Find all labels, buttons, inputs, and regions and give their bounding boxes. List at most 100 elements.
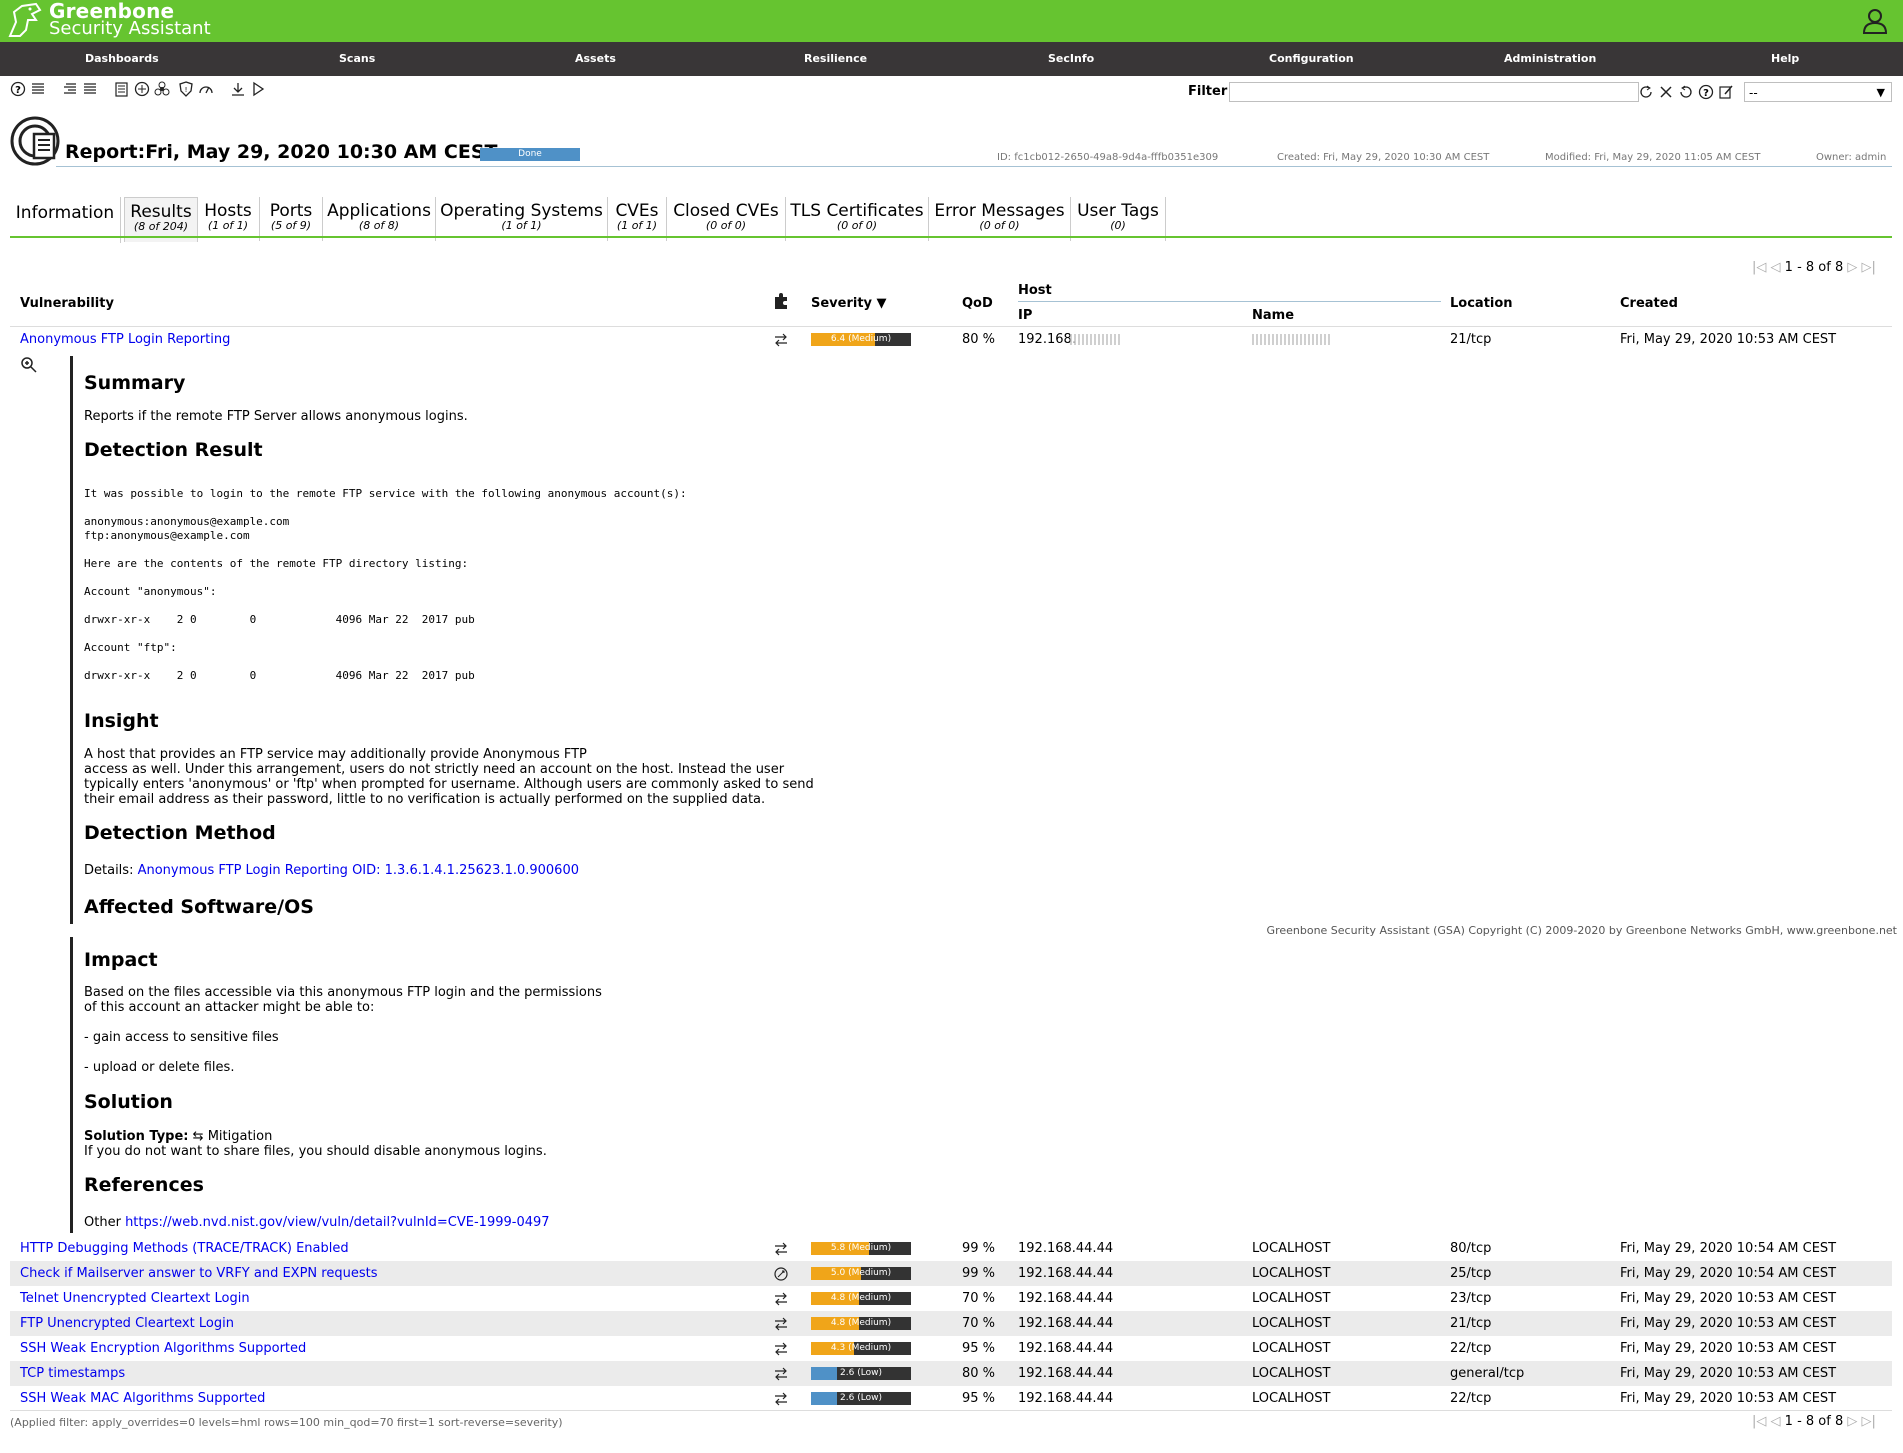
next-page-icon[interactable]: ▷ — [1847, 1414, 1857, 1429]
col-created[interactable]: Created — [1620, 296, 1678, 311]
tab-tls-certificates[interactable]: TLS Certificates (0 of 0) — [786, 197, 929, 241]
filter-select-value: -- — [1749, 86, 1758, 100]
tab-cves[interactable]: CVEs (1 of 1) — [608, 197, 667, 241]
performance-icon[interactable] — [198, 81, 214, 97]
reference-link[interactable]: https://web.nvd.nist.gov/view/vuln/detai… — [125, 1215, 549, 1230]
qod-value: 80 % — [962, 1366, 996, 1381]
clear-filter-icon[interactable] — [1658, 84, 1674, 100]
mitigation-icon — [775, 1342, 787, 1356]
biohazard-icon[interactable] — [154, 81, 170, 97]
tab-applications[interactable]: Applications (8 of 8) — [323, 197, 436, 241]
last-page-icon[interactable]: ▷| — [1862, 1414, 1876, 1429]
vulnerability-link[interactable]: Check if Mailserver answer to VRFY and E… — [20, 1266, 377, 1281]
download-icon[interactable] — [230, 81, 246, 97]
vulnerability-link[interactable]: SSH Weak Encryption Algorithms Supported — [20, 1341, 306, 1356]
hostname-value: LOCALHOST — [1252, 1341, 1331, 1356]
prev-page-icon[interactable]: ◁ — [1771, 260, 1781, 275]
status-badge: Done — [480, 148, 580, 161]
nav-secinfo[interactable]: SecInfo — [1048, 42, 1094, 76]
prev-page-icon[interactable]: ◁ — [1771, 1414, 1781, 1429]
filter-select[interactable]: -- ▼ — [1744, 82, 1892, 102]
severity-text: 6.4 (Medium) — [830, 334, 892, 344]
vulnerability-link[interactable]: TCP timestamps — [20, 1366, 125, 1381]
tab-hosts[interactable]: Hosts (1 of 1) — [197, 197, 260, 241]
created-value: Fri, May 29, 2020 10:54 AM CEST — [1620, 1266, 1837, 1281]
nav-assets[interactable]: Assets — [575, 42, 616, 76]
refresh-icon[interactable] — [1638, 84, 1654, 100]
first-page-icon[interactable]: |◁ — [1752, 260, 1766, 275]
nav-configuration[interactable]: Configuration — [1269, 42, 1354, 76]
pager-text: 1 - 8 of 8 — [1784, 260, 1844, 275]
delta-report-icon[interactable] — [134, 81, 150, 97]
col-ip[interactable]: IP — [1018, 308, 1032, 323]
reset-filter-icon[interactable] — [1678, 84, 1694, 100]
mitigation-icon — [775, 1367, 787, 1381]
tab-operating-systems[interactable]: Operating Systems (1 of 1) — [436, 197, 608, 241]
tab-ports[interactable]: Ports (5 of 9) — [260, 197, 323, 241]
created-value: Fri, May 29, 2020 10:53 AM CEST — [1620, 1366, 1837, 1381]
zoom-icon[interactable] — [20, 356, 38, 374]
list-indent-icon[interactable] — [62, 81, 78, 97]
filter-help-icon[interactable]: ? — [1698, 84, 1714, 100]
references-text: Other https://web.nvd.nist.gov/view/vuln… — [84, 1215, 550, 1230]
vulnerability-link[interactable]: Anonymous FTP Login Reporting — [20, 332, 230, 347]
col-vulnerability[interactable]: Vulnerability — [20, 296, 114, 311]
vulnerability-link[interactable]: Telnet Unencrypted Cleartext Login — [20, 1291, 250, 1306]
severity-bar: 6.4 (Medium) — [811, 333, 911, 346]
col-qod[interactable]: QoD — [962, 296, 993, 311]
edit-filter-icon[interactable] — [1718, 84, 1734, 100]
help-icon[interactable]: ? — [10, 81, 26, 97]
user-icon[interactable] — [1862, 8, 1888, 34]
trigger-alert-icon[interactable] — [250, 81, 266, 97]
chevron-down-icon: ▼ — [1876, 86, 1885, 99]
next-page-icon[interactable]: ▷ — [1847, 260, 1857, 275]
tab-error-messages[interactable]: Error Messages (0 of 0) — [929, 197, 1071, 241]
tab-closed-cves[interactable]: Closed CVEs (0 of 0) — [667, 197, 786, 241]
ip-value: 192.168.44.44 — [1018, 1341, 1114, 1356]
list-icon[interactable] — [30, 81, 46, 97]
nav-scans[interactable]: Scans — [339, 42, 375, 76]
list-details-icon[interactable] — [82, 81, 98, 97]
qod-value: 95 % — [962, 1391, 996, 1406]
filter-input[interactable] — [1229, 82, 1639, 102]
col-location[interactable]: Location — [1450, 296, 1513, 311]
severity-text: 4.3 (Medium) — [830, 1343, 892, 1353]
col-name[interactable]: Name — [1252, 308, 1294, 323]
qod-value: 95 % — [962, 1341, 996, 1356]
vulnerability-link[interactable]: FTP Unencrypted Cleartext Login — [20, 1316, 234, 1331]
nav-help[interactable]: Help — [1771, 42, 1799, 76]
hostname-value: LOCALHOST — [1252, 1391, 1331, 1406]
table-row[interactable]: Check if Mailserver answer to VRFY and E… — [10, 1261, 1892, 1286]
vulnerability-link[interactable]: SSH Weak MAC Algorithms Supported — [20, 1391, 265, 1406]
nav-dashboards[interactable]: Dashboards — [85, 42, 159, 76]
nav-administration[interactable]: Administration — [1504, 42, 1596, 76]
table-row[interactable]: HTTP Debugging Methods (TRACE/TRACK) Ena… — [10, 1236, 1892, 1261]
mitigation-icon — [775, 1242, 787, 1256]
insight-text: A host that provides an FTP service may … — [84, 747, 814, 807]
table-row[interactable]: SSH Weak Encryption Algorithms Supported… — [10, 1336, 1892, 1361]
created-value: Fri, May 29, 2020 10:53 AM CEST — [1620, 1291, 1837, 1306]
shield-icon[interactable]: ! — [178, 81, 194, 97]
created-value: Fri, May 29, 2020 10:53 AM CEST — [1620, 1391, 1837, 1406]
vulnerability-link[interactable]: HTTP Debugging Methods (TRACE/TRACK) Ena… — [20, 1241, 349, 1256]
nav-resilience[interactable]: Resilience — [804, 42, 867, 76]
last-page-icon[interactable]: ▷| — [1862, 260, 1876, 275]
location-value: 23/tcp — [1450, 1291, 1492, 1306]
col-severity[interactable]: Severity ▼ — [811, 296, 887, 311]
table-row[interactable]: Anonymous FTP Login Reporting 6.4 (Mediu… — [10, 327, 1892, 352]
references-label: Other — [84, 1215, 121, 1230]
severity-text: 5.0 (Medium) — [830, 1268, 892, 1278]
report-modified: Modified: Fri, May 29, 2020 11:05 AM CES… — [1545, 152, 1761, 163]
tab-user-tags[interactable]: User Tags (0) — [1071, 197, 1166, 241]
table-row[interactable]: TCP timestamps 2.6 (Low) 80 % 192.168.44.44… — [10, 1361, 1892, 1386]
detection-method-link[interactable]: Anonymous FTP Login Reporting OID: 1.3.6… — [138, 863, 579, 878]
redacted-ip — [1070, 334, 1122, 345]
table-row[interactable]: Telnet Unencrypted Cleartext Login 4.8 (M… — [10, 1286, 1892, 1311]
tab-label: Closed CVEs — [673, 201, 779, 221]
detection-result-text: It was possible to login to the remote F… — [84, 487, 687, 682]
first-page-icon[interactable]: |◁ — [1752, 1414, 1766, 1429]
table-row[interactable]: FTP Unencrypted Cleartext Login 4.8 (Medi… — [10, 1311, 1892, 1336]
table-row[interactable]: SSH Weak MAC Algorithms Supported 2.6 (Lo… — [10, 1386, 1892, 1411]
report-format-icon[interactable] — [114, 81, 130, 97]
solution-type-value: Mitigation — [207, 1129, 273, 1144]
